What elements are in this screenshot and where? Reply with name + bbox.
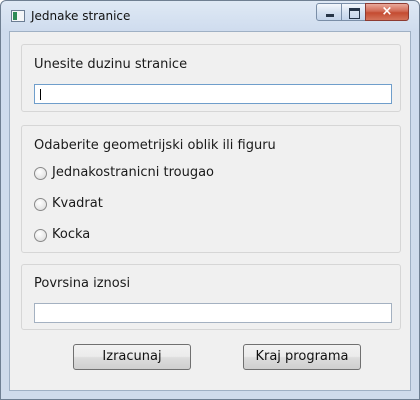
close-button[interactable]: × — [365, 3, 409, 21]
side-length-input[interactable] — [34, 84, 392, 104]
minimize-button[interactable] — [316, 3, 342, 21]
radio-label-square[interactable]: Kvadrat — [52, 196, 103, 211]
side-length-group: Unesite duzinu stranice — [21, 44, 401, 112]
side-length-label: Unesite duzinu stranice — [34, 57, 188, 72]
close-icon: × — [381, 4, 393, 19]
text-caret — [40, 89, 41, 100]
calculate-button[interactable]: Izracunaj — [73, 344, 191, 370]
radio-button-cube[interactable] — [34, 229, 47, 242]
radio-button-square[interactable] — [34, 198, 47, 211]
maximize-icon — [349, 8, 360, 19]
main-window: Jednake stranice × Unesite duzinu strani… — [0, 0, 420, 400]
shape-group-label: Odaberite geometrijski oblik ili figuru — [34, 138, 276, 153]
title-bar[interactable]: Jednake stranice × — [1, 1, 419, 31]
result-label: Povrsina iznosi — [34, 276, 131, 291]
maximize-button[interactable] — [341, 3, 366, 21]
radio-button-triangle[interactable] — [34, 167, 47, 180]
exit-program-button[interactable]: Kraj programa — [243, 344, 361, 370]
window-title: Jednake stranice — [31, 9, 131, 23]
minimize-icon — [326, 14, 334, 17]
result-output-field[interactable] — [34, 303, 392, 323]
app-icon — [11, 10, 25, 22]
radio-label-cube[interactable]: Kocka — [52, 227, 90, 242]
radio-label-triangle[interactable]: Jednakostranicni trougao — [52, 165, 214, 180]
client-area: Unesite duzinu stranice Odaberite geomet… — [9, 31, 411, 391]
shape-group: Odaberite geometrijski oblik ili figuru … — [21, 125, 401, 253]
result-group: Povrsina iznosi — [21, 264, 401, 330]
